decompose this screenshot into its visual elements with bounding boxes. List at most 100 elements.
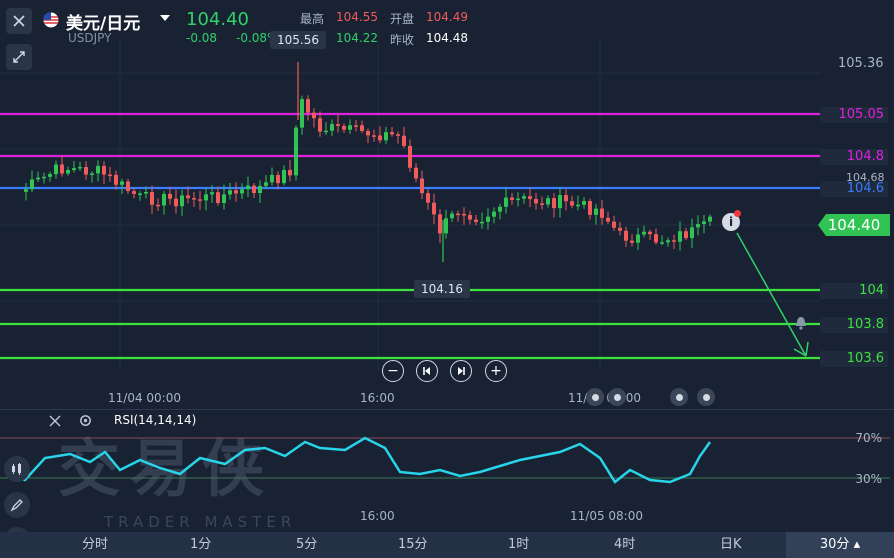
candle-body [300, 99, 304, 128]
candle-body [216, 192, 220, 203]
rsi-level-30: 30% [855, 472, 882, 486]
candle-body [384, 132, 388, 141]
candle-body [444, 218, 448, 234]
price-axis-top: 105.36 [838, 56, 884, 71]
candle-body [102, 165, 106, 175]
candle-body [198, 199, 202, 201]
indicator-settings-button[interactable] [78, 413, 93, 428]
candle-body [360, 125, 364, 131]
arrow-head [793, 341, 809, 357]
candle-body [636, 234, 640, 243]
candle-body [126, 181, 130, 192]
candle-tool-button[interactable] [4, 456, 30, 482]
low-marker-tooltip: 104.16 [414, 280, 470, 298]
candle-body [114, 174, 118, 185]
candle-body [240, 189, 244, 194]
candle-body [276, 174, 280, 184]
close-button[interactable] [6, 8, 32, 34]
candle-body [642, 231, 646, 235]
candle-body [294, 127, 298, 176]
candle-body [264, 182, 268, 186]
candle-body [438, 214, 442, 234]
candle-body [312, 112, 316, 119]
zoom-out-button[interactable]: − [382, 360, 404, 382]
us-flag-icon [43, 12, 59, 28]
chevron-down-icon[interactable] [160, 15, 170, 21]
overlay-dot-button-4[interactable] [697, 388, 715, 406]
period-tab-1h[interactable]: 1时 [508, 532, 529, 558]
rsi-line [9, 436, 712, 484]
candle-body [234, 190, 238, 194]
rsi-title: RSI(14,14,14) [114, 413, 197, 427]
high-label: 最高 [300, 12, 325, 26]
candle-body [516, 198, 520, 201]
overlay-dot-button-1[interactable] [586, 388, 604, 406]
line-tag-104-6[interactable]: 104.6 [820, 181, 888, 197]
skip-forward-button[interactable] [450, 360, 472, 382]
candle-body [414, 167, 418, 179]
candle-body [270, 174, 274, 183]
rsi-chart [0, 436, 890, 484]
candle-body [426, 193, 430, 203]
candle-body [96, 165, 100, 174]
candle-body [648, 231, 652, 235]
candle-body [120, 181, 124, 185]
candle-body [690, 227, 694, 239]
period-tab-5m[interactable]: 5分 [296, 532, 317, 558]
pane-divider [0, 409, 894, 410]
candle-body [558, 195, 562, 209]
candle-body [132, 191, 136, 194]
candle-body [672, 240, 676, 242]
candle-body [66, 170, 70, 174]
candle-body [510, 197, 514, 200]
bell-icon[interactable] [793, 315, 809, 331]
candle-body [462, 213, 466, 216]
open-label: 开盘 [390, 12, 415, 26]
candle-body [600, 208, 604, 218]
candle-body [456, 213, 460, 216]
line-tag-105-05[interactable]: 105.05 [820, 107, 888, 123]
candle-body [372, 135, 376, 137]
line-tag-103-8[interactable]: 103.8 [820, 317, 888, 333]
candle-body [684, 231, 688, 239]
candle-body [72, 168, 76, 171]
plus-icon: + [490, 363, 502, 379]
high-marker-tooltip: 105.56 [270, 31, 326, 49]
candlestick-chart[interactable] [0, 40, 894, 370]
candle-body [696, 224, 700, 228]
candle-body [630, 240, 634, 243]
period-tab-15m[interactable]: 15分 [398, 532, 428, 558]
line-tag-103-6[interactable]: 103.6 [820, 351, 888, 367]
candle-body [108, 174, 112, 177]
candle-body [162, 193, 166, 206]
overlay-dot-button-2[interactable] [608, 388, 626, 406]
line-tag-104[interactable]: 104 [820, 283, 888, 299]
candle-body [540, 203, 544, 205]
overlay-dot-button-3[interactable] [670, 388, 688, 406]
candle-body [480, 221, 484, 224]
period-tab-4h[interactable]: 4时 [614, 532, 635, 558]
candle-body [174, 198, 178, 207]
skip-back-button[interactable] [416, 360, 438, 382]
candle-body [534, 199, 538, 204]
candle-body [48, 174, 52, 177]
close-icon [13, 15, 25, 27]
period-tab-30m[interactable]: 30分 ▴ [786, 532, 894, 558]
candle-body [504, 197, 508, 207]
candle-body [666, 240, 670, 243]
draw-tool-button[interactable] [4, 492, 30, 518]
candle-body [60, 164, 64, 174]
period-tab-1m[interactable]: 1分 [190, 532, 211, 558]
period-tab-day[interactable]: 日K [720, 532, 742, 558]
candle-body [612, 221, 616, 228]
zoom-in-button[interactable]: + [485, 360, 507, 382]
candle-body [564, 195, 568, 202]
candle-body [204, 194, 208, 201]
line-tag-104-8[interactable]: 104.8 [820, 149, 888, 165]
candle-body [396, 134, 400, 136]
candle-body [366, 130, 370, 136]
candle-body [36, 177, 40, 180]
period-tab-fenshi[interactable]: 分时 [82, 532, 108, 558]
close-indicator-button[interactable] [48, 413, 62, 427]
candle-body [432, 202, 436, 215]
